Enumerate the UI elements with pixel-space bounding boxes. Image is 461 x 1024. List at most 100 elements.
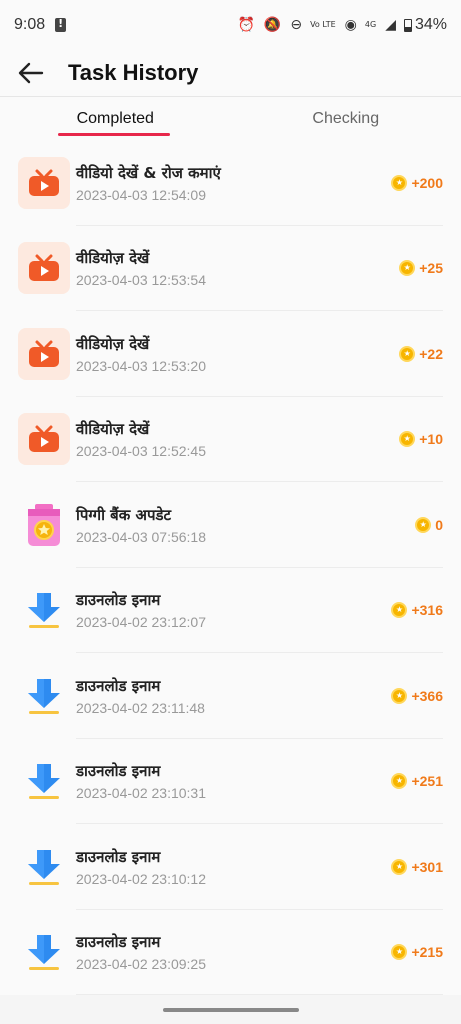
task-text: डाउनलोड इनाम 2023-04-02 23:11:48: [76, 676, 391, 716]
task-title: डाउनलोड इनाम: [76, 676, 161, 695]
reward-amount: +10: [419, 431, 443, 448]
task-text: वीडियोज़ देखें 2023-04-03 12:52:45: [76, 419, 399, 459]
task-reward: ★ +301: [391, 858, 443, 875]
task-title: डाउनलोड इनाम: [76, 762, 161, 781]
task-reward: ★ +316: [391, 602, 443, 619]
coin-icon: ★: [391, 858, 408, 875]
task-reward: ★ +215: [391, 944, 443, 961]
task-text: डाउनलोड इनाम 2023-04-02 23:09:25: [76, 932, 391, 972]
task-text: वीडियोज़ देखें 2023-04-03 12:53:54: [76, 248, 399, 288]
task-reward: ★ +366: [391, 687, 443, 704]
coin-icon: ★: [399, 431, 416, 448]
tab-bar: Completed Checking: [0, 96, 461, 140]
task-row[interactable]: डाउनलोड इनाम 2023-04-02 23:10:31 ★ +251: [0, 739, 461, 825]
reward-amount: +316: [411, 602, 443, 619]
reward-amount: +301: [411, 858, 443, 875]
task-title: डाउनलोड इनाम: [76, 591, 161, 610]
reward-amount: +22: [419, 345, 443, 362]
task-timestamp: 2023-04-02 23:12:07: [76, 614, 206, 631]
task-text: पिग्गी बैंक अपडेट 2023-04-03 07:56:18: [76, 505, 415, 545]
download-arrow-icon: [18, 841, 70, 893]
task-row[interactable]: वीडियो देखें & रोज कमाएं 2023-04-03 12:54…: [0, 140, 461, 226]
video-play-icon: [18, 156, 70, 209]
video-play-icon: [18, 242, 70, 295]
task-row[interactable]: डाउनलोड इनाम 2023-04-02 23:12:07 ★ +316: [0, 568, 461, 654]
task-reward: ★ +22: [399, 345, 443, 362]
status-bar: 9:08 ⏰ 🔕 ⊖ Vo LTE ◉ 4G ◢ 34%: [0, 0, 461, 50]
tab-completed[interactable]: Completed: [0, 97, 231, 140]
page-title: Task History: [68, 60, 199, 85]
task-text: डाउनलोड इनाम 2023-04-02 23:10:31: [76, 761, 391, 801]
task-timestamp: 2023-04-03 12:53:20: [76, 357, 206, 374]
task-reward: ★ +251: [391, 773, 443, 790]
coin-icon: ★: [391, 944, 408, 961]
download-arrow-icon: [18, 670, 70, 722]
task-row[interactable]: डाउनलोड इनाम 2023-04-02 23:11:48 ★ +366: [0, 653, 461, 739]
coin-icon: ★: [391, 174, 408, 191]
task-text: वीडियोज़ देखें 2023-04-03 12:53:20: [76, 334, 399, 374]
task-title: वीडियोज़ देखें: [76, 249, 150, 268]
task-reward: ★ +10: [399, 431, 443, 448]
arrow-left-icon: [18, 62, 44, 84]
battery-icon: [403, 18, 412, 32]
signal-icon: ◢: [385, 17, 396, 33]
home-indicator[interactable]: [162, 1008, 299, 1012]
video-play-icon: [18, 327, 70, 380]
tab-checking[interactable]: Checking: [231, 97, 461, 140]
volte-icon: Vo LTE: [310, 20, 336, 29]
task-row[interactable]: वीडियोज़ देखें 2023-04-03 12:52:45 ★ +10: [0, 397, 461, 483]
piggy-bank-jar-icon: [18, 499, 70, 551]
network-type-icon: 4G: [364, 20, 377, 29]
task-text: डाउनलोड इनाम 2023-04-02 23:12:07: [76, 590, 391, 630]
task-timestamp: 2023-04-02 23:09:25: [76, 956, 206, 973]
download-arrow-icon: [18, 755, 70, 807]
task-reward: ★ +25: [399, 260, 443, 277]
task-timestamp: 2023-04-03 12:54:09: [76, 186, 206, 203]
reward-amount: +215: [411, 944, 443, 961]
reward-amount: +366: [411, 687, 443, 704]
download-arrow-icon: [18, 926, 70, 978]
app-bar: Task History: [0, 50, 461, 96]
task-row[interactable]: पिग्गी बैंक अपडेट 2023-04-03 07:56:18 ★ 0: [0, 482, 461, 568]
task-title: वीडियोज़ देखें: [76, 420, 150, 439]
reward-amount: +251: [411, 773, 443, 790]
task-text: डाउनलोड इनाम 2023-04-02 23:10:12: [76, 847, 391, 887]
coin-icon: ★: [415, 516, 432, 533]
back-button[interactable]: [16, 58, 46, 88]
task-title: वीडियो देखें & रोज कमाएं: [76, 163, 221, 182]
task-timestamp: 2023-04-02 23:10:31: [76, 785, 206, 802]
reward-amount: 0: [435, 516, 443, 533]
task-title: डाउनलोड इनाम: [76, 847, 161, 866]
coin-icon: ★: [391, 687, 408, 704]
status-time: 9:08: [14, 16, 46, 33]
task-reward: ★ +200: [391, 174, 443, 191]
task-text: वीडियो देखें & रोज कमाएं 2023-04-03 12:54…: [76, 163, 391, 203]
task-row[interactable]: वीडियोज़ देखें 2023-04-03 12:53:20 ★ +22: [0, 311, 461, 397]
do-not-disturb-icon: ⊖: [290, 17, 303, 33]
coin-icon: ★: [399, 345, 416, 362]
coin-icon: ★: [399, 260, 416, 277]
reward-amount: +25: [419, 260, 443, 277]
hotspot-icon: ◉: [344, 17, 357, 33]
task-timestamp: 2023-04-03 12:52:45: [76, 443, 206, 460]
task-timestamp: 2023-04-03 07:56:18: [76, 528, 206, 545]
task-timestamp: 2023-04-03 12:53:54: [76, 272, 206, 289]
task-row[interactable]: डाउनलोड इनाम 2023-04-02 23:09:25 ★ +215: [0, 910, 461, 996]
bell-off-icon: 🔕: [263, 17, 282, 33]
task-row[interactable]: वीडियोज़ देखें 2023-04-03 12:53:54 ★ +25: [0, 226, 461, 312]
video-play-icon: [18, 413, 70, 466]
task-title: पिग्गी बैंक अपडेट: [76, 505, 172, 524]
notification-alert-icon: [55, 17, 67, 32]
task-reward: ★ 0: [415, 516, 443, 533]
task-row[interactable]: डाउनलोड इनाम 2023-04-02 23:10:12 ★ +301: [0, 824, 461, 910]
coin-icon: ★: [391, 602, 408, 619]
task-title: वीडियोज़ देखें: [76, 334, 150, 353]
battery-percent: 34%: [414, 16, 447, 33]
download-arrow-icon: [18, 584, 70, 636]
task-timestamp: 2023-04-02 23:10:12: [76, 870, 206, 887]
alarm-icon: ⏰: [237, 17, 255, 33]
task-timestamp: 2023-04-02 23:11:48: [76, 699, 205, 716]
task-history-list: वीडियो देखें & रोज कमाएं 2023-04-03 12:54…: [0, 140, 461, 995]
reward-amount: +200: [411, 174, 443, 191]
coin-icon: ★: [391, 773, 408, 790]
